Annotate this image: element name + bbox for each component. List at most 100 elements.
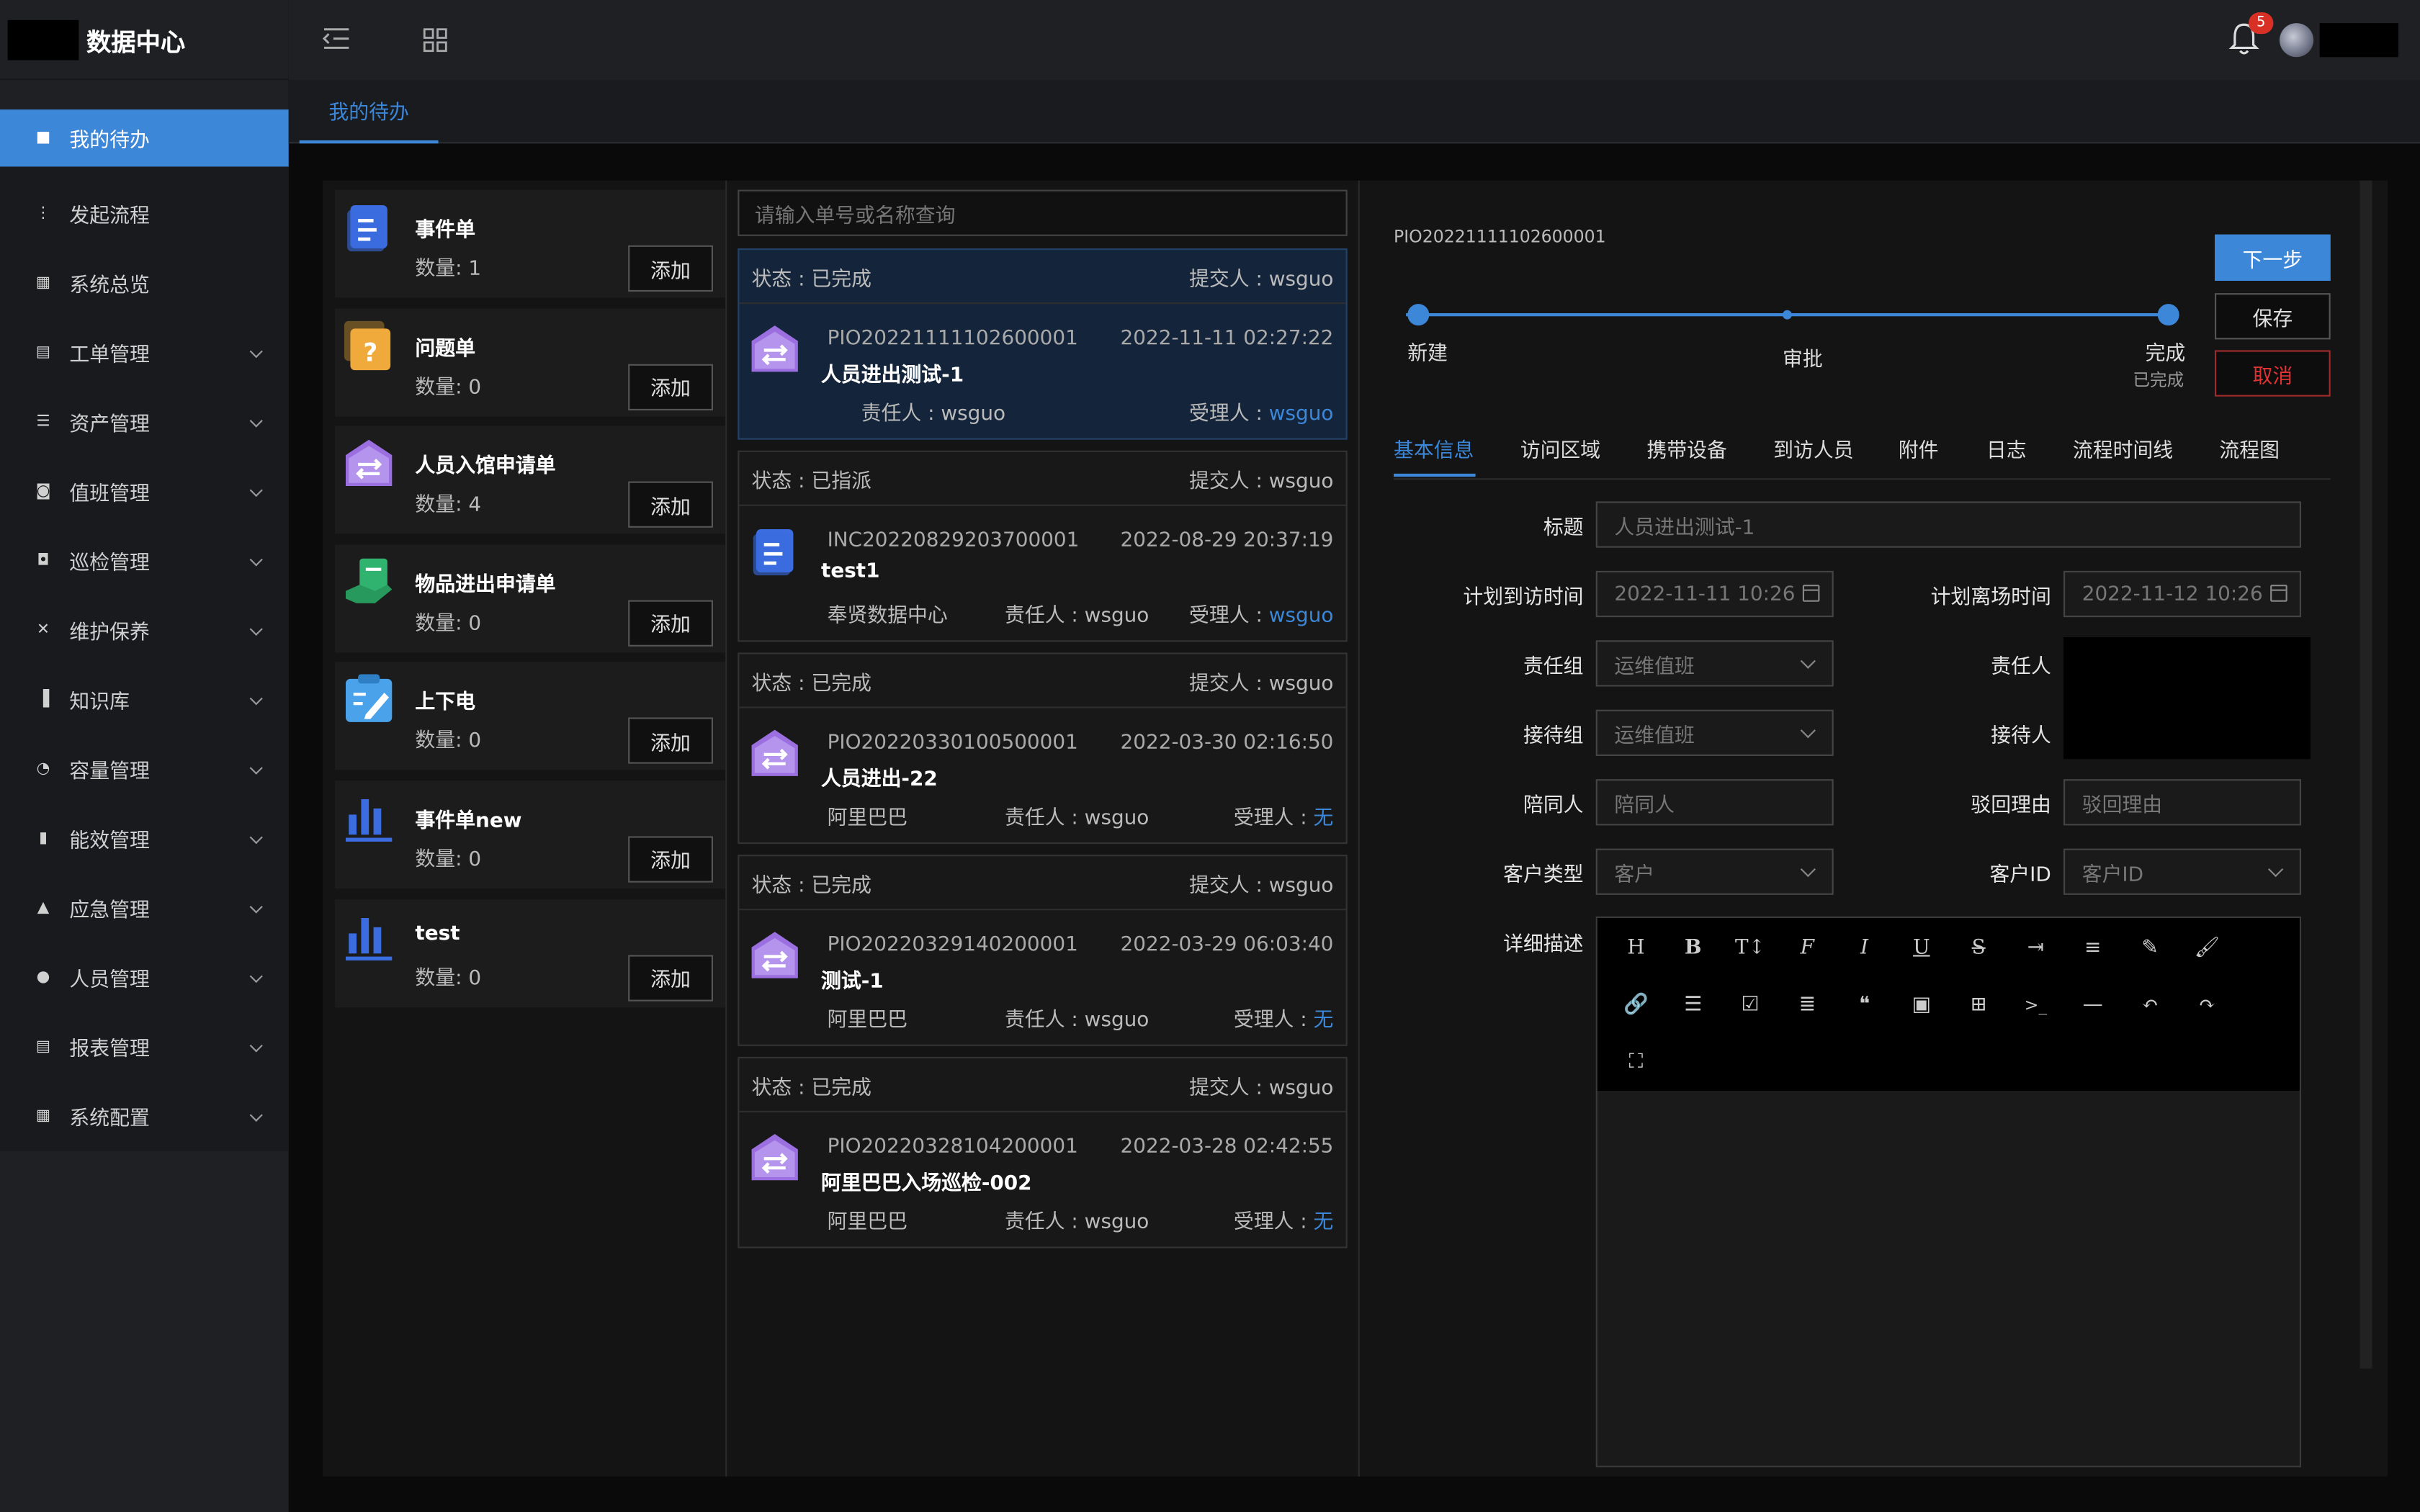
code-icon[interactable]: >_ bbox=[2022, 991, 2050, 1019]
grid-icon: ▦ bbox=[35, 274, 51, 292]
undo-icon[interactable]: ↶ bbox=[2136, 991, 2164, 1019]
horizontal-rule-icon[interactable]: — bbox=[2079, 991, 2107, 1019]
cancel-button[interactable]: 取消 bbox=[2215, 350, 2331, 397]
editor-body[interactable] bbox=[1597, 1091, 2300, 1467]
sidebar-item-13[interactable]: ▤ 报表管理 bbox=[0, 1012, 289, 1081]
customer-type-select[interactable]: 客户 bbox=[1595, 848, 1834, 895]
ticket-number: PIO20220329140200001 bbox=[827, 933, 1078, 957]
tab-devices[interactable]: 携带设备 bbox=[1646, 433, 1726, 463]
highlight-icon[interactable]: ✎ bbox=[2136, 933, 2164, 961]
tab-flowchart[interactable]: 流程图 bbox=[2219, 433, 2280, 463]
sidebar-item-9[interactable]: ◔ 容量管理 bbox=[0, 734, 289, 804]
bold-icon[interactable]: B bbox=[1679, 933, 1707, 961]
reject-input[interactable]: 驳回理由 bbox=[2063, 779, 2301, 826]
companion-input[interactable]: 陪同人 bbox=[1595, 779, 1834, 826]
page-tabs: 我的待办 bbox=[288, 80, 2420, 144]
ticket-card[interactable]: 状态 : 已完成 提交人 : wsguo PIO20220330100500001 2… bbox=[738, 652, 1348, 845]
indent-icon[interactable]: ⇥ bbox=[2022, 933, 2050, 961]
table-icon[interactable]: ⊞ bbox=[1965, 991, 1993, 1019]
add-button[interactable]: 添加 bbox=[628, 481, 713, 528]
italic-icon[interactable]: I bbox=[1850, 933, 1878, 961]
sidebar-item-14[interactable]: ▦ 系统配置 bbox=[0, 1081, 289, 1151]
sidebar-item-1[interactable]: ⋮ 发起流程 bbox=[0, 179, 289, 248]
ticket-card-header: 状态 : 已完成 提交人 : wsguo bbox=[739, 250, 1346, 305]
heading-icon[interactable]: H bbox=[1622, 933, 1650, 961]
font-size-icon[interactable]: T↕ bbox=[1735, 933, 1765, 961]
brush-icon[interactable]: 🖌 bbox=[2193, 933, 2221, 961]
host-group-select[interactable]: 运维值班 bbox=[1595, 709, 1834, 756]
ticket-type-count: 数量: 0 bbox=[415, 606, 482, 636]
main-content: 事件单 数量: 1 添加? 问题单 数量: 0 添加 人员入馆申请单 数量: 4 添加 物品进出申… bbox=[322, 180, 2388, 1477]
visit-end-picker[interactable]: 2022-11-12 10:26 bbox=[2063, 570, 2301, 618]
sidebar-item-5[interactable]: ◙ 值班管理 bbox=[0, 456, 289, 526]
owner-redacted[interactable] bbox=[2063, 637, 2311, 760]
strikethrough-icon[interactable]: S bbox=[1965, 933, 1993, 961]
tab-log[interactable]: 日志 bbox=[1986, 433, 2027, 463]
ticket-card[interactable]: 状态 : 已完成 提交人 : wsguo PIO20220329140200001 2… bbox=[738, 855, 1348, 1046]
align-icon[interactable]: ≡ bbox=[2079, 933, 2107, 961]
add-button[interactable]: 添加 bbox=[628, 245, 713, 292]
ticket-card[interactable]: 状态 : 已指派 提交人 : wsguo INC20220829203700001 2… bbox=[738, 450, 1348, 642]
scrollbar[interactable] bbox=[2360, 180, 2372, 1369]
customer-id-select[interactable]: 客户ID bbox=[2063, 848, 2301, 895]
sidebar-item-label: 知识库 bbox=[69, 691, 130, 715]
paragraph-align-icon[interactable]: ≣ bbox=[1793, 991, 1821, 1019]
visit-start-picker[interactable]: 2022-11-11 10:26 bbox=[1595, 570, 1834, 618]
sidebar-item-8[interactable]: ▐ 知识库 bbox=[0, 665, 289, 734]
quote-icon[interactable]: ❝ bbox=[1850, 991, 1878, 1019]
ticket-card-header: 状态 : 已指派 提交人 : wsguo bbox=[739, 452, 1346, 506]
sidebar-item-label: 资产管理 bbox=[69, 413, 150, 437]
chevron-down-icon bbox=[1800, 861, 1816, 878]
font-icon[interactable]: F bbox=[1793, 933, 1821, 961]
ticket-type-name: test bbox=[415, 922, 460, 945]
top-bar: 5 bbox=[288, 0, 2420, 81]
ticket-card[interactable]: 状态 : 已完成 提交人 : wsguo PIO20221111102600001 2… bbox=[738, 248, 1348, 440]
ticket-number: INC20220829203700001 bbox=[827, 529, 1080, 553]
tab-attachments[interactable]: 附件 bbox=[1899, 433, 1939, 463]
sidebar-menu: ■ 我的待办 ⋮ 发起流程 ▦ 系统总览 ▤ 工单管理 ☰ 资产管理 ◙ 值班管理 ◘ 巡检管理 ✕ 维护保养… bbox=[0, 109, 289, 1151]
tab-visitors[interactable]: 到访人员 bbox=[1773, 433, 1853, 463]
image-icon[interactable]: ▣ bbox=[1908, 991, 1936, 1019]
sidebar-item-10[interactable]: ▮ 能效管理 bbox=[0, 804, 289, 873]
next-step-button[interactable]: 下一步 bbox=[2215, 234, 2331, 281]
add-button[interactable]: 添加 bbox=[628, 836, 713, 883]
tab-visit-area[interactable]: 访问区域 bbox=[1520, 433, 1600, 463]
add-button[interactable]: 添加 bbox=[628, 954, 713, 1001]
bullet-list-icon[interactable]: ☰ bbox=[1679, 991, 1707, 1019]
sidebar-item-2[interactable]: ▦ 系统总览 bbox=[0, 248, 289, 318]
username-redacted[interactable] bbox=[2319, 23, 2398, 58]
fullscreen-icon[interactable]: ⛶ bbox=[1622, 1048, 1650, 1076]
tab-my-todo[interactable]: 我的待办 bbox=[299, 80, 439, 144]
ticket-detail: PIO20221111102600001 下一步 保存 取消 新建 审批 完成 … bbox=[1372, 180, 2375, 1477]
count-value: 0 bbox=[468, 612, 482, 636]
todo-icon: ■ bbox=[35, 130, 51, 147]
sidebar-item-3[interactable]: ▤ 工单管理 bbox=[0, 318, 289, 387]
sidebar-item-0[interactable]: ■ 我的待办 bbox=[0, 109, 289, 167]
ticket-card[interactable]: 状态 : 已完成 提交人 : wsguo PIO20220328104200001 2… bbox=[738, 1056, 1348, 1248]
apps-grid-icon[interactable] bbox=[423, 28, 447, 53]
save-button[interactable]: 保存 bbox=[2215, 293, 2331, 340]
underline-icon[interactable]: U bbox=[1908, 933, 1936, 961]
tab-basic-info[interactable]: 基本信息 bbox=[1394, 433, 1474, 463]
tab-timeline[interactable]: 流程时间线 bbox=[2073, 433, 2173, 463]
link-icon[interactable]: 🔗 bbox=[1622, 991, 1650, 1019]
sidebar-item-4[interactable]: ☰ 资产管理 bbox=[0, 387, 289, 456]
svg-text:?: ? bbox=[363, 338, 377, 367]
sidebar-item-7[interactable]: ✕ 维护保养 bbox=[0, 595, 289, 665]
group-select[interactable]: 运维值班 bbox=[1595, 640, 1834, 687]
chevron-down-icon bbox=[249, 1107, 263, 1121]
collapse-menu-icon[interactable] bbox=[322, 26, 351, 50]
sidebar-item-6[interactable]: ◘ 巡检管理 bbox=[0, 526, 289, 595]
add-button[interactable]: 添加 bbox=[628, 600, 713, 647]
add-button[interactable]: 添加 bbox=[628, 363, 713, 410]
add-button[interactable]: 添加 bbox=[628, 718, 713, 765]
sidebar-item-11[interactable]: ▲ 应急管理 bbox=[0, 873, 289, 942]
title-field[interactable]: 人员进出测试-1 bbox=[1595, 501, 2301, 548]
sidebar-item-12[interactable]: ● 人员管理 bbox=[0, 942, 289, 1012]
avatar[interactable] bbox=[2280, 23, 2314, 58]
checkbox-icon[interactable]: ☑ bbox=[1736, 991, 1765, 1019]
logo[interactable]: 数据中心 bbox=[0, 0, 289, 81]
ticket-title: 测试-1 bbox=[821, 970, 884, 994]
search-input[interactable]: 请输入单号或名称查询 bbox=[738, 189, 1348, 236]
redo-icon[interactable]: ↷ bbox=[2193, 991, 2221, 1019]
